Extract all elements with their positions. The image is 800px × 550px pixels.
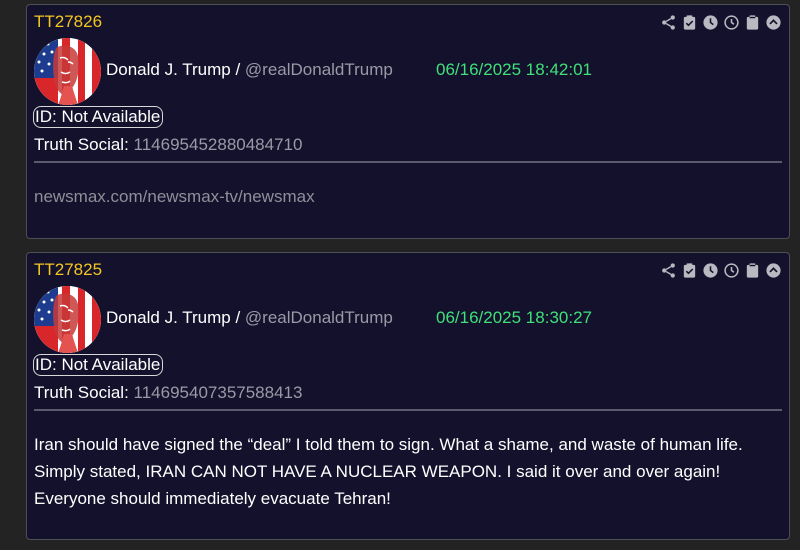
divider (34, 409, 782, 411)
truth-social-line: Truth Social: 114695452880484710 (34, 135, 302, 155)
truth-social-label: Truth Social: (34, 383, 129, 402)
chevron-up-circle-icon[interactable] (764, 261, 782, 279)
author-name[interactable]: Donald J. Trump (106, 60, 231, 79)
divider (34, 161, 782, 163)
share-icon[interactable] (659, 13, 677, 31)
clipboard-icon[interactable] (743, 261, 761, 279)
avatar[interactable] (34, 286, 101, 353)
clipboard-check-icon[interactable] (680, 13, 698, 31)
clock-outline-icon[interactable] (722, 261, 740, 279)
post-card: TT27826 Donald J. Trump / @realDonaldTru… (26, 4, 790, 239)
truth-social-label: Truth Social: (34, 135, 129, 154)
avatar[interactable] (34, 38, 101, 105)
post-timestamp: 06/16/2025 18:42:01 (436, 60, 592, 79)
post-content-link[interactable]: newsmax.com/newsmax-tv/newsmax (34, 187, 315, 207)
id-badge: ID: Not Available (33, 106, 164, 128)
id-badge: ID: Not Available (33, 354, 164, 376)
clipboard-icon[interactable] (743, 13, 761, 31)
post-id: TT27826 (34, 12, 103, 31)
clipboard-check-icon[interactable] (680, 261, 698, 279)
chevron-up-circle-icon[interactable] (764, 13, 782, 31)
post-timestamp: 06/16/2025 18:30:27 (436, 308, 592, 327)
author-handle[interactable]: @realDonaldTrump (245, 60, 393, 79)
post-actions (659, 261, 782, 279)
author-line: Donald J. Trump / @realDonaldTrump (106, 308, 393, 328)
clock-filled-icon[interactable] (701, 13, 719, 31)
truth-social-id[interactable]: 114695452880484710 (134, 135, 303, 154)
truth-social-line: Truth Social: 114695407357588413 (34, 383, 302, 403)
truth-social-id[interactable]: 114695407357588413 (134, 383, 303, 402)
author-handle[interactable]: @realDonaldTrump (245, 308, 393, 327)
clock-outline-icon[interactable] (722, 13, 740, 31)
post-card: TT27825 Donald J. Trump / @realDonaldTru… (26, 252, 790, 540)
author-line: Donald J. Trump / @realDonaldTrump (106, 60, 393, 80)
author-separator: / (230, 60, 245, 79)
post-actions (659, 13, 782, 31)
author-name[interactable]: Donald J. Trump (106, 308, 231, 327)
post-content-text: Iran should have signed the “deal” I tol… (34, 435, 743, 508)
share-icon[interactable] (659, 261, 677, 279)
clock-filled-icon[interactable] (701, 261, 719, 279)
author-separator: / (230, 308, 245, 327)
post-id: TT27825 (34, 260, 103, 279)
